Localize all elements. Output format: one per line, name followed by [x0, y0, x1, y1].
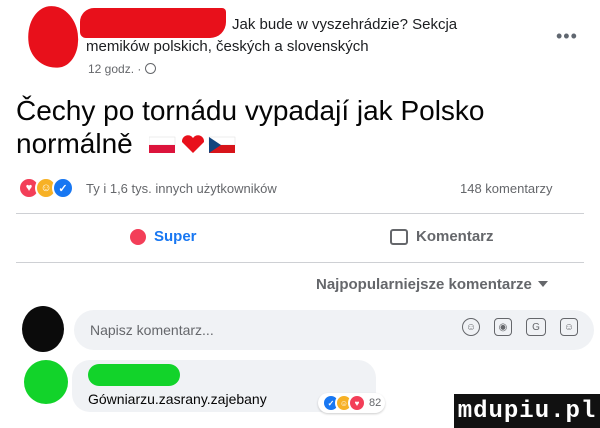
commenter-avatar-redacted[interactable]	[24, 360, 68, 404]
comments-count[interactable]: 148 komentarzy	[460, 181, 553, 196]
reaction-summary[interactable]: Ty i 1,6 tys. innych użytkowników	[86, 181, 277, 196]
comment-text: Gówniarzu.zasrany.zajebany	[88, 391, 267, 407]
super-reaction-button[interactable]: Super	[130, 228, 197, 245]
watermark-logo: mdupiu.pl	[454, 394, 600, 428]
divider-top	[16, 213, 584, 214]
like-icon: ✓	[52, 177, 74, 199]
comment-placeholder: Napisz komentarz...	[90, 322, 214, 338]
timestamp-text: 12 godz. ·	[88, 62, 142, 76]
divider-bottom	[16, 262, 584, 263]
flags-emoji	[148, 129, 237, 162]
watermark-text: mdupiu.pl	[457, 397, 597, 425]
comment-sort-dropdown[interactable]: Najpopularniejsze komentarze	[316, 276, 548, 293]
caret-down-icon	[537, 281, 548, 287]
gif-icon[interactable]: G	[526, 318, 546, 336]
post-timestamp[interactable]: 12 godz. ·	[88, 62, 157, 76]
comment-bubble-icon	[390, 228, 408, 245]
current-user-avatar-redacted[interactable]	[22, 306, 64, 352]
comment-reaction-count: 82	[369, 397, 382, 409]
reaction-icons[interactable]: ♥ ☺ ✓	[18, 177, 74, 199]
commenter-name-redacted[interactable]	[88, 364, 180, 386]
comment-reactions[interactable]: ✓ ☺ ♥ 82	[318, 393, 386, 413]
group-name-line1[interactable]: Jak bude w vyszehrádzie? Sekcja	[232, 16, 457, 33]
group-name-line2[interactable]: memików polskich, českých a slovenských	[86, 38, 369, 55]
emoji-icon[interactable]: ☺	[462, 318, 480, 336]
flag-heart-flag-icon	[148, 135, 235, 153]
sticker-icon[interactable]: ☺	[560, 318, 578, 336]
sort-label: Najpopularniejsze komentarze	[316, 276, 532, 293]
post-text-content: Čechy po tornádu vypadají jak Polsko nor…	[16, 95, 485, 159]
super-label: Super	[154, 228, 197, 245]
globe-icon	[145, 63, 157, 74]
camera-icon[interactable]: ◉	[494, 318, 512, 336]
love-icon: ♥	[348, 394, 366, 412]
post-text: Čechy po tornádu vypadají jak Polsko nor…	[16, 94, 576, 162]
author-avatar-redacted[interactable]	[23, 2, 83, 72]
love-reaction-icon	[130, 228, 146, 245]
comment-label: Komentarz	[416, 228, 494, 245]
more-options-icon[interactable]: •••	[556, 26, 578, 47]
author-name-redacted[interactable]	[80, 8, 226, 38]
comment-button[interactable]: Komentarz	[390, 228, 494, 245]
